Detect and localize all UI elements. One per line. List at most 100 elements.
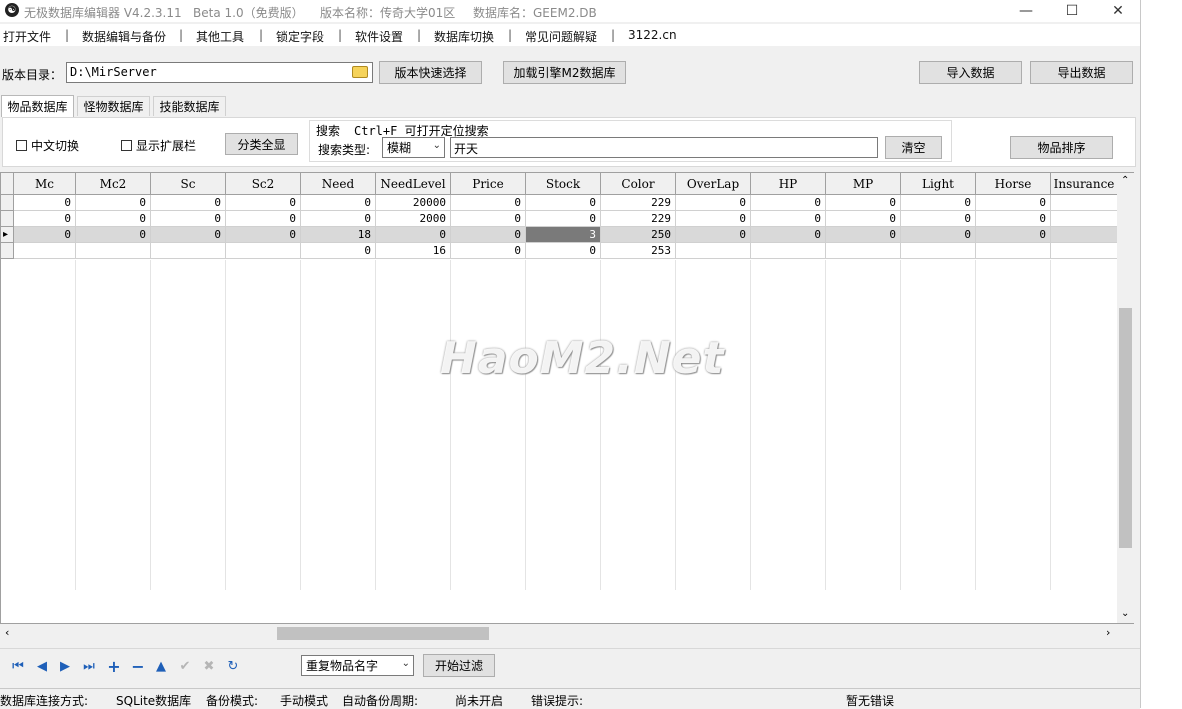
- cn-switch-checkbox[interactable]: 中文切换: [16, 137, 79, 154]
- table-cell[interactable]: 0: [901, 211, 976, 227]
- table-cell[interactable]: 0: [76, 195, 151, 211]
- scroll-left-icon[interactable]: ‹: [5, 626, 9, 639]
- refresh-icon[interactable]: ↻: [224, 658, 242, 674]
- table-cell[interactable]: 0: [826, 227, 901, 243]
- items-grid[interactable]: Mc Mc2 Sc Sc2 Need NeedLevel Price Stock Color Ov…: [0, 172, 1134, 624]
- import-button[interactable]: 导入数据: [919, 61, 1022, 84]
- table-cell[interactable]: 0: [751, 227, 826, 243]
- table-cell[interactable]: 18: [301, 227, 376, 243]
- first-record-icon[interactable]: ⏮: [9, 658, 27, 674]
- table-cell[interactable]: 0: [226, 227, 301, 243]
- table-cell[interactable]: 0: [526, 243, 601, 259]
- row-indicator[interactable]: ▸: [1, 227, 14, 243]
- column-header-need[interactable]: Need: [301, 173, 376, 195]
- table-cell[interactable]: 0: [14, 211, 76, 227]
- horizontal-scroll-thumb[interactable]: [277, 627, 489, 640]
- dir-input[interactable]: D:\MirServer: [66, 62, 373, 83]
- last-record-icon[interactable]: ⏭: [80, 658, 98, 674]
- delete-record-icon[interactable]: −: [129, 657, 147, 676]
- row-indicator[interactable]: [1, 195, 14, 211]
- show-all-button[interactable]: 分类全显: [225, 133, 298, 155]
- menu-db-switch[interactable]: 数据库切换: [434, 28, 494, 45]
- row-indicator[interactable]: [1, 211, 14, 227]
- table-cell[interactable]: [1051, 211, 1118, 227]
- edit-record-icon[interactable]: ▲: [152, 658, 170, 674]
- table-cell[interactable]: 0: [676, 227, 751, 243]
- search-type-select[interactable]: 模糊 ⌄: [382, 137, 445, 158]
- duplicate-name-select[interactable]: 重复物品名字 ⌄: [301, 655, 414, 676]
- table-cell[interactable]: 0: [976, 211, 1051, 227]
- table-cell[interactable]: [751, 243, 826, 259]
- next-record-icon[interactable]: ▶: [56, 658, 74, 674]
- table-cell[interactable]: 0: [676, 195, 751, 211]
- table-cell[interactable]: 0: [14, 227, 76, 243]
- tab-skills[interactable]: 技能数据库: [153, 96, 226, 116]
- table-cell[interactable]: 0: [826, 211, 901, 227]
- table-cell[interactable]: [1051, 243, 1118, 259]
- table-cell[interactable]: 0: [14, 195, 76, 211]
- table-cell[interactable]: 2000: [376, 211, 451, 227]
- close-button[interactable]: ✕: [1095, 0, 1141, 22]
- menu-open-file[interactable]: 打开文件: [3, 28, 51, 45]
- column-header-insurance[interactable]: Insurance: [1051, 173, 1118, 195]
- table-cell[interactable]: 0: [226, 211, 301, 227]
- table-cell[interactable]: 0: [451, 243, 526, 259]
- table-cell[interactable]: 0: [526, 195, 601, 211]
- table-cell[interactable]: 0: [76, 211, 151, 227]
- table-cell[interactable]: 0: [976, 227, 1051, 243]
- table-cell[interactable]: 0: [901, 195, 976, 211]
- scroll-up-icon[interactable]: ⌃: [1121, 175, 1129, 186]
- table-cell[interactable]: 0: [151, 227, 226, 243]
- row-indicator[interactable]: [1, 243, 14, 259]
- sort-items-button[interactable]: 物品排序: [1010, 136, 1113, 159]
- vertical-scroll-thumb[interactable]: [1119, 308, 1132, 548]
- post-check-icon[interactable]: ✔: [176, 658, 194, 674]
- export-button[interactable]: 导出数据: [1030, 61, 1133, 84]
- column-header-mc2[interactable]: Mc2: [76, 173, 151, 195]
- table-cell[interactable]: 253: [601, 243, 676, 259]
- clear-button[interactable]: 清空: [885, 136, 942, 159]
- load-m2-button[interactable]: 加载引擎M2数据库: [503, 61, 626, 84]
- table-cell[interactable]: 0: [151, 195, 226, 211]
- cancel-x-icon[interactable]: ✖: [200, 658, 218, 674]
- quick-select-button[interactable]: 版本快速选择: [379, 61, 482, 84]
- column-header-stock[interactable]: Stock: [526, 173, 601, 195]
- scroll-down-icon[interactable]: ⌄: [1121, 608, 1129, 619]
- start-filter-button[interactable]: 开始过滤: [423, 654, 495, 677]
- table-cell[interactable]: 0: [301, 195, 376, 211]
- table-cell[interactable]: [226, 243, 301, 259]
- table-cell[interactable]: 0: [376, 227, 451, 243]
- table-cell[interactable]: 0: [451, 211, 526, 227]
- menu-site-link[interactable]: 3122.cn: [628, 28, 677, 42]
- table-cell[interactable]: 20000: [376, 195, 451, 211]
- table-cell[interactable]: 0: [976, 195, 1051, 211]
- table-cell[interactable]: [14, 243, 76, 259]
- table-cell[interactable]: 229: [601, 195, 676, 211]
- table-cell[interactable]: 0: [826, 195, 901, 211]
- search-input[interactable]: 开天: [450, 137, 878, 158]
- table-cell[interactable]: 0: [751, 195, 826, 211]
- table-cell[interactable]: 0: [301, 243, 376, 259]
- table-cell[interactable]: 0: [226, 195, 301, 211]
- table-cell[interactable]: 0: [526, 211, 601, 227]
- menu-lock-fields[interactable]: 锁定字段: [276, 28, 324, 45]
- table-cell[interactable]: 0: [901, 227, 976, 243]
- table-cell[interactable]: 0: [451, 227, 526, 243]
- table-cell[interactable]: 0: [151, 211, 226, 227]
- table-cell[interactable]: 0: [451, 195, 526, 211]
- table-cell[interactable]: [901, 243, 976, 259]
- scroll-right-icon[interactable]: ›: [1106, 626, 1110, 639]
- table-cell[interactable]: [826, 243, 901, 259]
- column-header-price[interactable]: Price: [451, 173, 526, 195]
- checkbox-box[interactable]: [16, 140, 27, 151]
- table-cell[interactable]: 16: [376, 243, 451, 259]
- column-header-mc[interactable]: Mc: [14, 173, 76, 195]
- column-header-sc2[interactable]: Sc2: [226, 173, 301, 195]
- column-header-sc[interactable]: Sc: [151, 173, 226, 195]
- table-cell[interactable]: [151, 243, 226, 259]
- table-cell[interactable]: 0: [751, 211, 826, 227]
- table-cell[interactable]: 0: [301, 211, 376, 227]
- prior-record-icon[interactable]: ◀: [33, 658, 51, 674]
- vertical-scrollbar[interactable]: ⌃ ⌄: [1117, 173, 1134, 623]
- column-header-light[interactable]: Light: [901, 173, 976, 195]
